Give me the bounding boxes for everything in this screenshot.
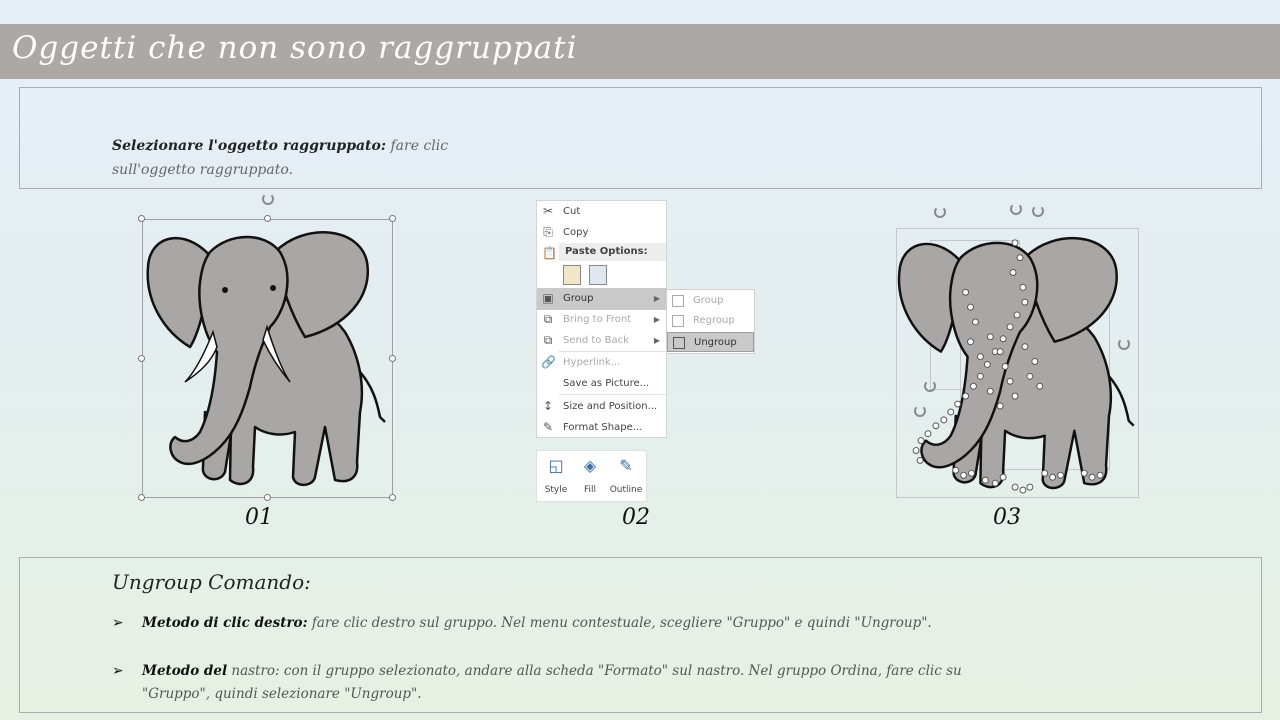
regroup-icon bbox=[672, 315, 684, 327]
resize-handle[interactable] bbox=[138, 215, 145, 222]
menu-item-cut[interactable]: ✂ Cut bbox=[537, 201, 666, 222]
group-submenu: Group Regroup Ungroup bbox=[666, 289, 755, 354]
resize-handle[interactable] bbox=[389, 494, 396, 501]
rotate-handle-icon[interactable] bbox=[1032, 205, 1044, 217]
context-menu: ✂ Cut ⎘ Copy Paste Options: 📋 ▣ Group ▶ ⧉ Bri… bbox=[536, 200, 667, 438]
menu-item-group[interactable]: ▣ Group ▶ bbox=[537, 288, 666, 310]
instruction-text: Selezionare l'oggetto raggruppato: fare … bbox=[112, 134, 512, 182]
menu-item-save-as-picture[interactable]: Save as Picture... bbox=[537, 373, 666, 394]
submenu-item-group: Group bbox=[667, 291, 754, 311]
rotate-handle-icon[interactable] bbox=[1010, 203, 1022, 215]
bullet-right-click-method: ➢ Metodo di clic destro: fare clic destr… bbox=[112, 612, 992, 635]
style-icon: ◱ bbox=[548, 456, 564, 475]
elephant-grouped-image[interactable] bbox=[145, 222, 390, 495]
resize-handle[interactable] bbox=[138, 355, 145, 362]
mini-toolbar: ◱ Style ◈ Fill ✎ Outline bbox=[536, 450, 647, 502]
bring-to-front-icon: ⧉ bbox=[543, 312, 553, 326]
submenu-arrow-icon: ▶ bbox=[653, 315, 660, 324]
clipboard-icon: 📋 bbox=[542, 246, 557, 260]
instruction-bold: Selezionare l'oggetto raggruppato: bbox=[112, 138, 387, 154]
menu-separator bbox=[559, 394, 666, 395]
ungroup-icon bbox=[673, 337, 685, 349]
format-shape-icon: ✎ bbox=[542, 420, 554, 434]
step-number: 01 bbox=[245, 505, 273, 530]
copy-icon: ⎘ bbox=[543, 225, 553, 239]
rotate-handle-icon[interactable] bbox=[262, 193, 274, 205]
ungroup-section-title: Ungroup Comando: bbox=[112, 570, 311, 594]
paste-keep-source-icon[interactable] bbox=[563, 265, 581, 285]
resize-handle[interactable] bbox=[389, 355, 396, 362]
menu-item-send-to-back: ⧉ Send to Back ▶ bbox=[537, 330, 666, 351]
slide-title-bar: Oggetti che non sono raggruppati bbox=[0, 24, 1280, 79]
submenu-arrow-icon: ▶ bbox=[653, 336, 660, 345]
bullet-ribbon-method: ➢ Metodo del nastro: con il gruppo selez… bbox=[112, 660, 992, 706]
resize-handle[interactable] bbox=[264, 215, 271, 222]
size-position-icon: ↕ bbox=[542, 399, 554, 413]
paste-picture-icon[interactable] bbox=[589, 265, 607, 285]
submenu-arrow-icon: ▶ bbox=[653, 294, 660, 303]
menu-item-format-shape[interactable]: ✎ Format Shape... bbox=[537, 417, 666, 438]
menu-item-size-and-position[interactable]: ↕ Size and Position... bbox=[537, 396, 666, 417]
hyperlink-icon: 🔗 bbox=[541, 355, 556, 369]
fill-bucket-icon: ◈ bbox=[583, 456, 597, 475]
elephant-ungrouped-image[interactable] bbox=[896, 228, 1139, 498]
outline-button[interactable]: ✎ Outline bbox=[607, 455, 645, 495]
rotate-handle-icon[interactable] bbox=[934, 206, 946, 218]
arrow-bullet-icon: ➢ bbox=[112, 663, 124, 679]
outline-pen-icon: ✎ bbox=[619, 456, 633, 475]
menu-item-copy[interactable]: ⎘ Copy bbox=[537, 222, 666, 243]
resize-handle[interactable] bbox=[138, 494, 145, 501]
step-number: 03 bbox=[993, 505, 1021, 530]
group-icon bbox=[672, 295, 684, 307]
send-to-back-icon: ⧉ bbox=[543, 333, 553, 347]
scissors-icon: ✂ bbox=[542, 204, 554, 218]
resize-handle[interactable] bbox=[264, 494, 271, 501]
paste-options-header: Paste Options: bbox=[559, 243, 666, 261]
submenu-item-ungroup[interactable]: Ungroup bbox=[667, 332, 754, 352]
submenu-item-regroup: Regroup bbox=[667, 311, 754, 331]
menu-item-hyperlink: 🔗 Hyperlink... bbox=[541, 355, 621, 369]
slide-title: Oggetti che non sono raggruppati bbox=[12, 30, 578, 66]
menu-item-bring-to-front: ⧉ Bring to Front ▶ bbox=[537, 309, 666, 330]
ungroup-command-box: Ungroup Comando: ➢ Metodo di clic destro… bbox=[19, 557, 1262, 713]
resize-handle[interactable] bbox=[389, 215, 396, 222]
instruction-box: Selezionare l'oggetto raggruppato: fare … bbox=[19, 87, 1262, 189]
arrow-bullet-icon: ➢ bbox=[112, 615, 124, 631]
style-button[interactable]: ◱ Style bbox=[539, 455, 573, 495]
step-number: 02 bbox=[622, 505, 650, 530]
fill-button[interactable]: ◈ Fill bbox=[573, 455, 607, 495]
group-icon: ▣ bbox=[542, 291, 554, 305]
